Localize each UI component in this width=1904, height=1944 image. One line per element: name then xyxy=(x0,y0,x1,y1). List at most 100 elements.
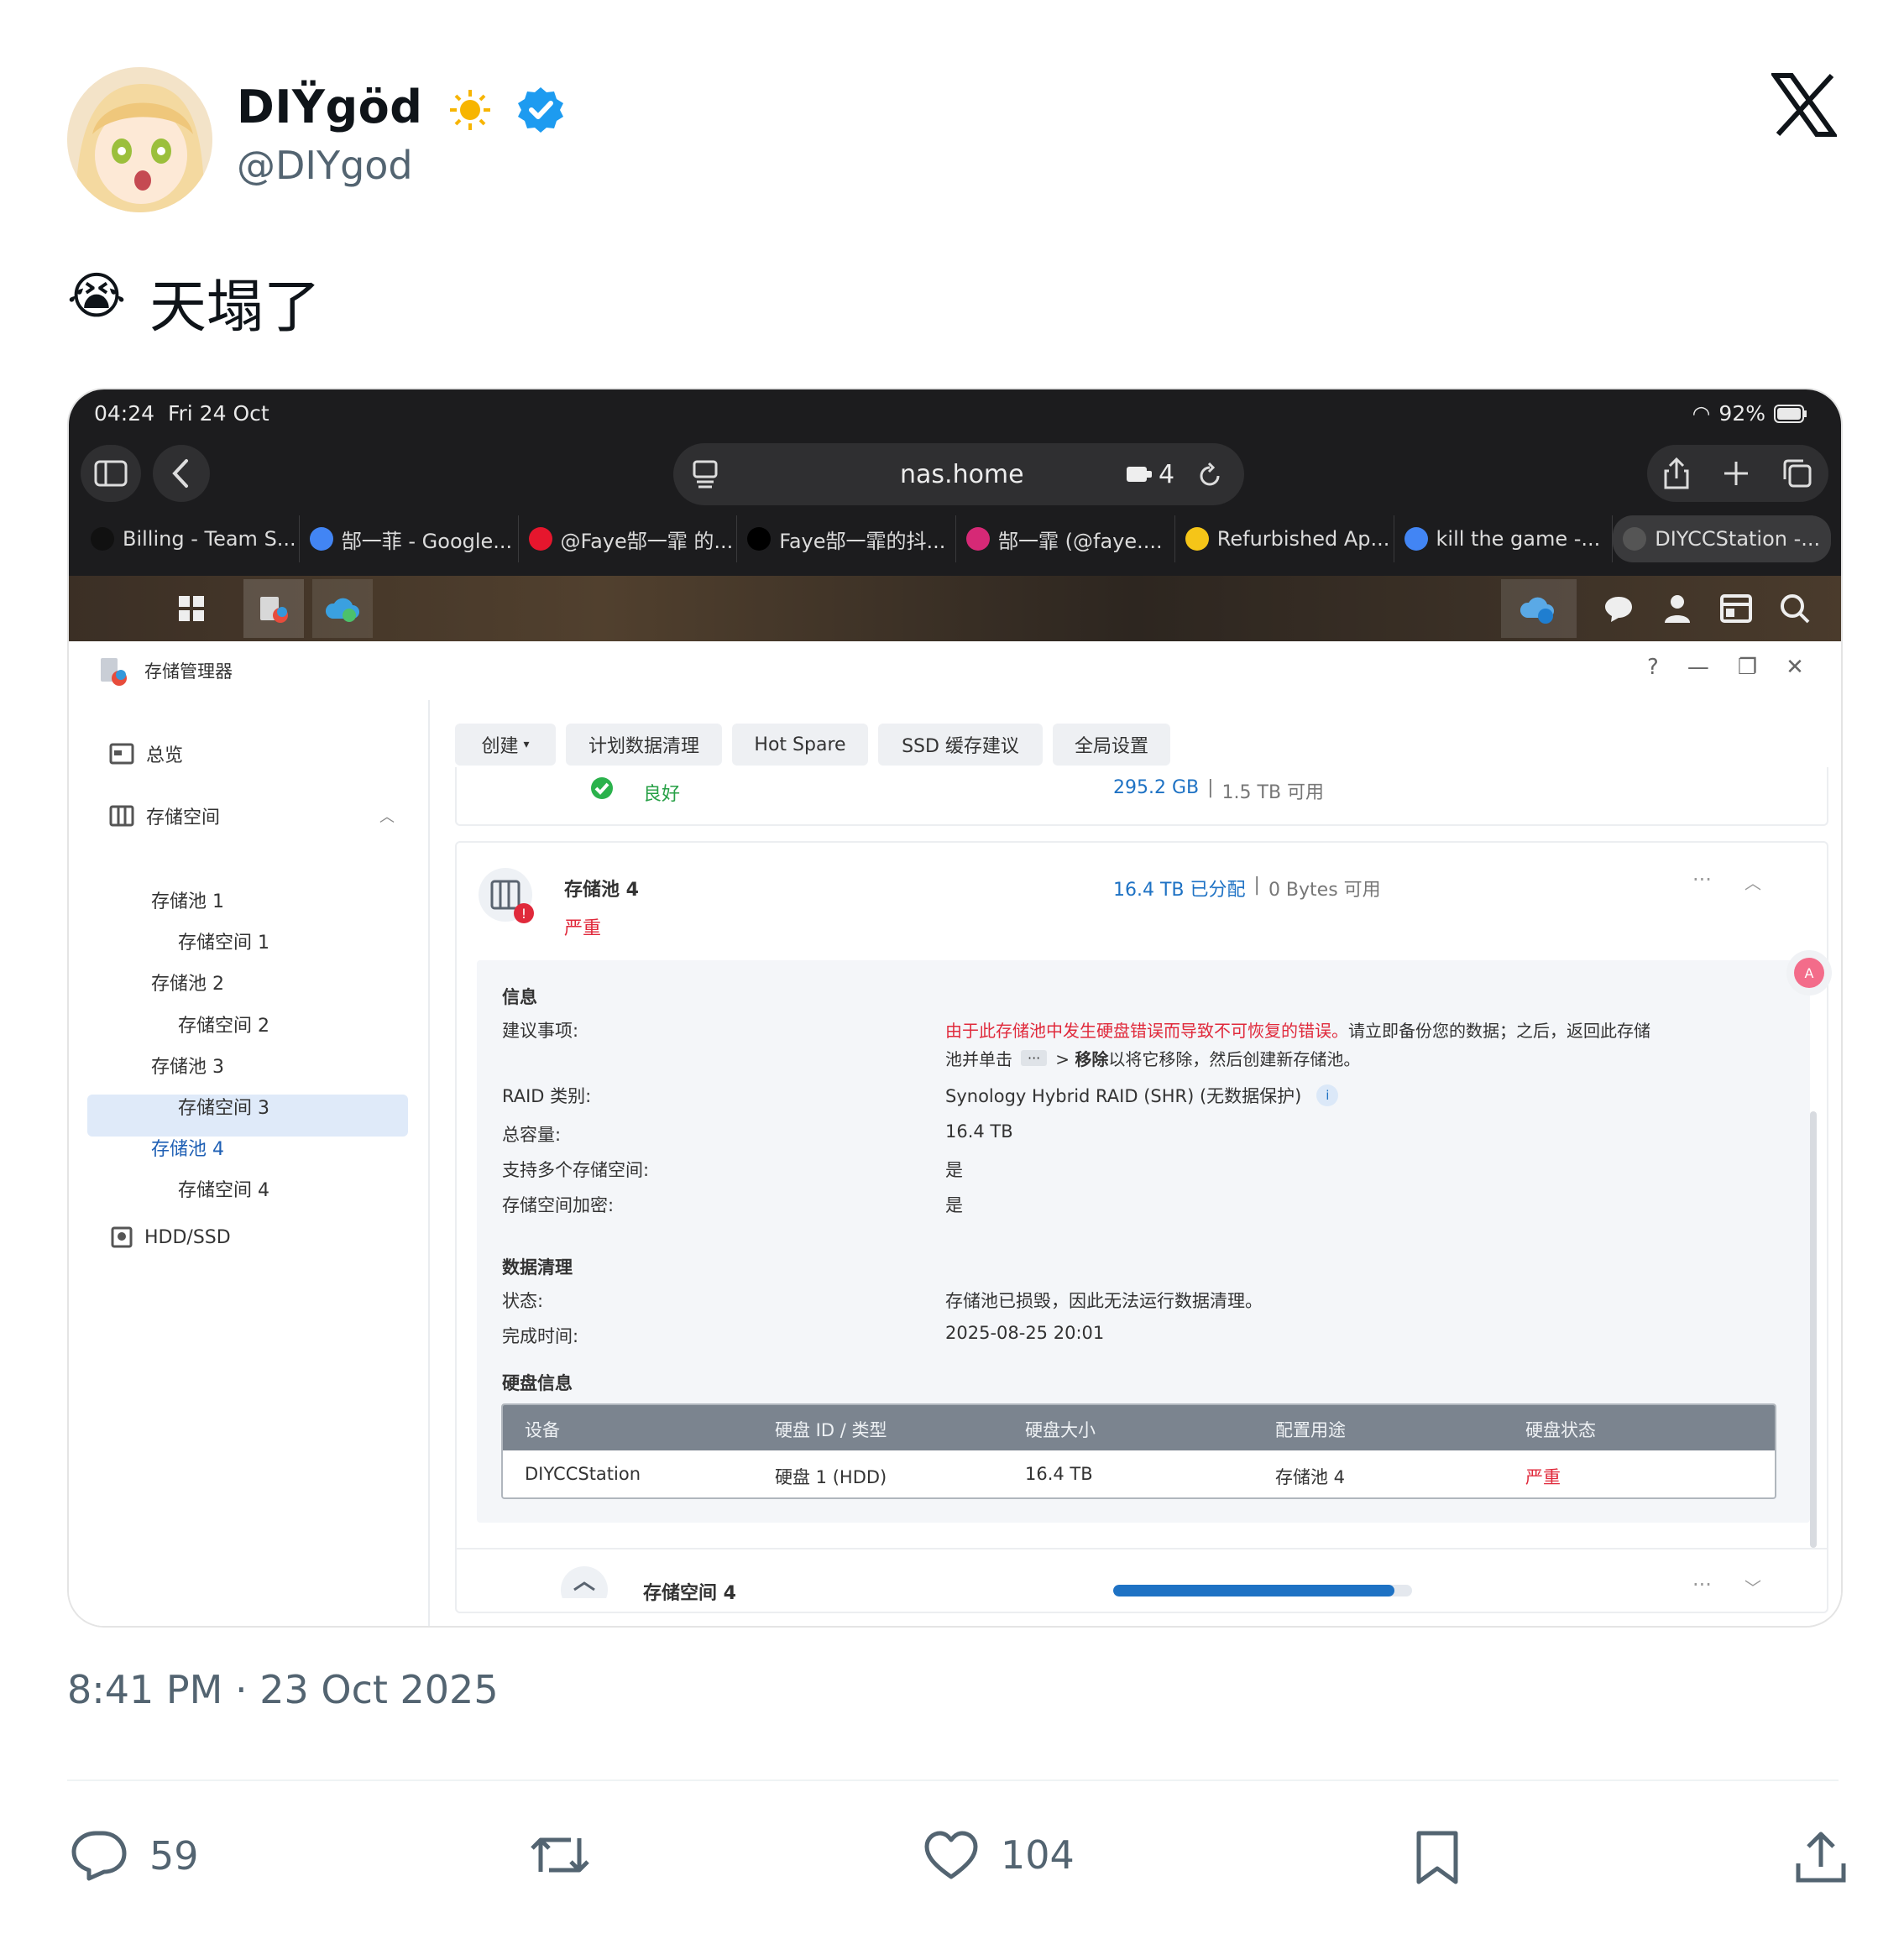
sidebar-item-volume-4[interactable]: 存储空间 4 xyxy=(178,1175,269,1202)
reload-icon[interactable] xyxy=(1197,461,1222,488)
col-device[interactable]: 设备 xyxy=(525,1417,560,1442)
sidebar-item-pool-2[interactable]: 存储池 2 xyxy=(151,969,224,996)
browser-tab[interactable]: @Faye郜一霏 的... xyxy=(519,515,738,562)
tab-label: Billing - Team S... xyxy=(123,527,296,551)
new-tab-icon[interactable] xyxy=(1722,459,1750,488)
x-logo-icon[interactable] xyxy=(1771,72,1837,138)
pool4-collapse-chevron-icon[interactable]: ︿ xyxy=(1744,870,1761,894)
sidebar-item-pool-3[interactable]: 存储池 3 xyxy=(151,1052,224,1079)
share-icon[interactable] xyxy=(1662,457,1691,490)
disk-section-title: 硬盘信息 xyxy=(502,1373,573,1393)
search-button[interactable] xyxy=(1765,579,1825,638)
avatar[interactable] xyxy=(67,67,212,212)
sidebar-item-volume-3[interactable]: 存储空间 3 xyxy=(178,1093,269,1120)
url-text: nas.home xyxy=(900,459,1024,489)
backup-taskbar-button[interactable] xyxy=(1501,579,1577,638)
browser-tab[interactable]: Refurbished Ap... xyxy=(1175,515,1394,562)
close-icon[interactable]: ✕ xyxy=(1786,655,1804,680)
sidebar-item-overview[interactable]: 总览 xyxy=(109,740,183,767)
previous-pool-used: 295.2 GB xyxy=(1113,777,1200,798)
volume4-name: 存储空间 4 xyxy=(643,1583,736,1604)
scrollbar-track[interactable] xyxy=(1810,1111,1817,1548)
extension-icon[interactable]: 4 xyxy=(1125,460,1174,489)
author-name[interactable]: DIŸgöd xyxy=(237,81,566,135)
browser-tab[interactable]: Faye郜一霏的抖... xyxy=(737,515,956,562)
volume4-divider xyxy=(455,1548,1828,1549)
volume4-expand-chevron-icon[interactable]: ﹀ xyxy=(1744,1575,1761,1599)
share-icon xyxy=(1796,1832,1846,1883)
pool4-name: 存储池 4 xyxy=(564,880,639,901)
user-button[interactable] xyxy=(1647,579,1708,638)
table-row[interactable]: DIYCCStation 硬盘 1 (HDD) 16.4 TB 存储池 4 严重 xyxy=(503,1450,1775,1497)
bookmark-button[interactable] xyxy=(1415,1830,1459,1885)
browser-tab[interactable]: Billing - Team S... xyxy=(81,515,300,562)
reply-count: 59 xyxy=(149,1833,199,1879)
share-button[interactable] xyxy=(1795,1830,1847,1884)
cloud-sync-taskbar-button[interactable] xyxy=(312,579,373,638)
scrub-schedule-button[interactable]: 计划数据清理 xyxy=(566,724,722,766)
messages-button[interactable] xyxy=(1588,579,1649,638)
sidebar-item-pool-4[interactable]: 存储池 4 xyxy=(151,1134,224,1161)
tabs-overview-icon[interactable] xyxy=(1781,457,1813,489)
volume4-more-button[interactable]: ··· xyxy=(1692,1573,1712,1596)
heart-icon xyxy=(924,1831,978,1879)
ssd-advice-button[interactable]: SSD 缓存建议 xyxy=(878,724,1043,766)
global-settings-button[interactable]: 全局设置 xyxy=(1053,724,1170,766)
cell-disk-size: 16.4 TB xyxy=(1025,1464,1093,1484)
widgets-button[interactable] xyxy=(1706,579,1766,638)
browser-tab[interactable]: kill the game -... xyxy=(1394,515,1614,562)
browser-actions xyxy=(1647,445,1828,502)
main-menu-button[interactable] xyxy=(161,579,222,638)
healthy-check-icon xyxy=(589,776,615,804)
page-menu-icon[interactable] xyxy=(692,459,719,489)
sidebar-item-volume-2[interactable]: 存储空间 2 xyxy=(178,1011,269,1037)
volume4-progress xyxy=(1113,1585,1412,1596)
back-button[interactable] xyxy=(153,445,210,502)
help-icon[interactable]: ? xyxy=(1647,655,1659,680)
storage-manager-taskbar-button[interactable] xyxy=(243,579,304,638)
sidebar-item-storage[interactable]: 存储空间 ︿ xyxy=(109,802,395,829)
col-usage[interactable]: 配置用途 xyxy=(1275,1417,1346,1442)
advice-backup-text: 请立即备份您的数据；之后，返回此存储 xyxy=(1348,1021,1650,1041)
multi-volume-value: 是 xyxy=(945,1160,963,1180)
create-label: 创建 xyxy=(481,736,519,757)
sidebar-toggle-button[interactable] xyxy=(81,445,141,502)
sidebar-item-volume-1[interactable]: 存储空间 1 xyxy=(178,928,269,954)
tweet-image[interactable]: 04:24 Fri 24 Oct ◠ 92% nas.home 4 Billin… xyxy=(67,388,1843,1628)
col-disk-id[interactable]: 硬盘 ID / 类型 xyxy=(775,1417,887,1442)
overview-icon xyxy=(109,743,134,765)
create-button[interactable]: 创建 ▾ xyxy=(455,724,556,766)
wifi-icon: ◠ xyxy=(1692,401,1711,426)
browser-tab[interactable]: DIYCCStation -... xyxy=(1613,515,1831,562)
restore-icon[interactable]: ❐ xyxy=(1738,655,1757,680)
hot-spare-button[interactable]: Hot Spare xyxy=(732,724,868,766)
minimize-icon[interactable]: — xyxy=(1687,655,1709,680)
tweet-timestamp[interactable]: 8:41 PM · 23 Oct 2025 xyxy=(67,1667,499,1712)
verified-badge-icon[interactable] xyxy=(515,85,566,135)
cell-device: DIYCCStation xyxy=(525,1464,641,1484)
scrub-done-label: 完成时间: xyxy=(502,1326,579,1346)
author-name-text: DIŸgöd xyxy=(237,81,423,133)
col-status[interactable]: 硬盘状态 xyxy=(1525,1417,1596,1442)
chevron-up-icon[interactable]: ︿ xyxy=(379,805,395,827)
like-button[interactable]: 104 xyxy=(923,1830,1075,1880)
pool4-status: 严重 xyxy=(564,918,602,939)
address-bar[interactable]: nas.home 4 xyxy=(673,443,1244,505)
repost-button[interactable] xyxy=(529,1830,591,1880)
volume4-icon xyxy=(559,1565,609,1613)
translate-floating-button[interactable]: A xyxy=(1786,950,1832,996)
reply-button[interactable]: 59 xyxy=(71,1830,199,1882)
tab-favicon-icon xyxy=(1404,527,1428,551)
tab-favicon-icon xyxy=(309,527,333,551)
pool4-more-button[interactable]: ··· xyxy=(1692,868,1712,891)
sidebar-item-pool-1[interactable]: 存储池 1 xyxy=(151,886,224,913)
browser-tab[interactable]: 郜一菲 - Google... xyxy=(300,515,519,562)
browser-tab[interactable]: 郜一霏 (@faye.... xyxy=(956,515,1175,562)
svg-text:A: A xyxy=(1805,965,1814,981)
sidebar-item-hdd[interactable]: HDD/SSD xyxy=(111,1226,231,1248)
sidebar-label-hdd: HDD/SSD xyxy=(144,1226,231,1248)
info-icon[interactable]: i xyxy=(1316,1084,1339,1106)
advice-arrow: > xyxy=(1055,1049,1075,1069)
col-disk-size[interactable]: 硬盘大小 xyxy=(1025,1417,1096,1442)
author-handle[interactable]: @DIYgod xyxy=(237,143,413,188)
